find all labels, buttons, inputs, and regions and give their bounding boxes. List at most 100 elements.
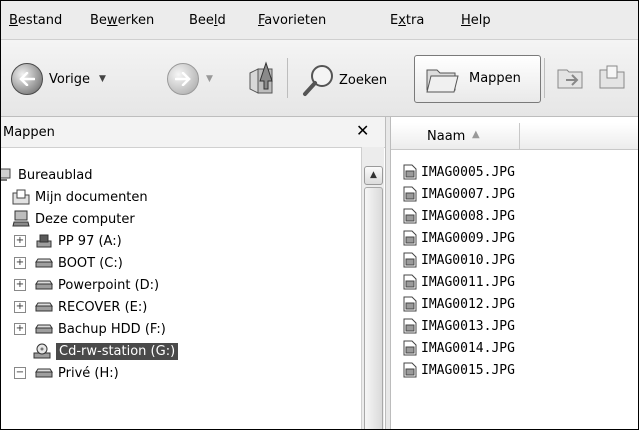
- scrollbar-thumb[interactable]: [364, 187, 383, 429]
- folders-pane-header: Mappen ✕: [1, 117, 385, 148]
- up-folder-icon: [249, 61, 273, 94]
- image-file-icon: [403, 340, 417, 356]
- tree-item-my-computer[interactable]: Deze computer: [1, 208, 135, 230]
- explorer-window: Bestand Bewerken Beeld Favorieten Extra …: [0, 0, 639, 430]
- tree-item-drive-d[interactable]: + Powerpoint (D:): [14, 274, 159, 296]
- close-icon[interactable]: ✕: [356, 121, 369, 140]
- image-file-icon: [403, 318, 417, 334]
- search-label: Zoeken: [339, 72, 388, 88]
- file-list-item[interactable]: IMAG0008.JPG: [403, 205, 515, 227]
- copy-to-button[interactable]: [598, 62, 628, 92]
- folders-pane: Mappen ✕ Bureaublad Mijn documenten Deze…: [1, 117, 385, 429]
- computer-icon: [12, 210, 30, 227]
- column-header-bar: Naam ▲: [391, 123, 638, 150]
- hard-drive-icon: [35, 365, 53, 381]
- forward-button[interactable]: ▼: [167, 63, 213, 95]
- desktop-icon: [1, 167, 13, 183]
- back-button[interactable]: Vorige ▼: [11, 63, 106, 95]
- expand-icon[interactable]: +: [14, 323, 26, 335]
- file-list-item[interactable]: IMAG0010.JPG: [403, 249, 515, 271]
- file-list-item[interactable]: IMAG0015.JPG: [403, 359, 515, 381]
- tree-item-label: Deze computer: [35, 211, 135, 227]
- folders-label: Mappen: [469, 71, 521, 86]
- hard-drive-icon: [35, 255, 53, 271]
- toolbar-separator: [287, 58, 288, 98]
- tree-item-label: PP 97 (A:): [58, 233, 122, 249]
- file-list-item[interactable]: IMAG0012.JPG: [403, 293, 515, 315]
- menu-bestand[interactable]: Bestand: [9, 13, 62, 28]
- expand-icon[interactable]: +: [14, 235, 26, 247]
- image-file-icon: [403, 208, 417, 224]
- file-list-item[interactable]: IMAG0009.JPG: [403, 227, 515, 249]
- file-name: IMAG0015.JPG: [421, 362, 515, 378]
- toolbar: Vorige ▼ ▼ Zoeken Mappen: [1, 40, 638, 117]
- collapse-icon[interactable]: −: [14, 367, 26, 379]
- hard-drive-icon: [35, 299, 53, 315]
- folders-icon: [425, 64, 459, 98]
- search-icon: [303, 65, 333, 96]
- folders-pane-title: Mappen: [3, 125, 55, 140]
- file-name: IMAG0008.JPG: [421, 208, 515, 224]
- menu-bewerken[interactable]: Bewerken: [90, 13, 154, 28]
- file-list-item[interactable]: IMAG0005.JPG: [403, 161, 515, 183]
- copy-to-folder-icon: [599, 65, 625, 89]
- file-list-item[interactable]: IMAG0011.JPG: [403, 271, 515, 293]
- tree-item-label: Powerpoint (D:): [58, 277, 160, 293]
- up-folder-button[interactable]: [246, 59, 276, 95]
- tree-item-drive-h[interactable]: − Privé (H:): [14, 362, 119, 384]
- menu-help[interactable]: Help: [461, 13, 491, 28]
- file-name: IMAG0014.JPG: [421, 340, 515, 356]
- move-to-button[interactable]: [556, 62, 586, 92]
- file-name: IMAG0005.JPG: [421, 164, 515, 180]
- file-list-item[interactable]: IMAG0013.JPG: [403, 315, 515, 337]
- file-list-pane: Naam ▲ IMAG0005.JPG IMAG0007.JPG IMAG0008.…: [391, 117, 638, 429]
- image-file-icon: [403, 252, 417, 268]
- tree-item-label: Bureaublad: [18, 167, 93, 183]
- expand-icon[interactable]: +: [14, 301, 26, 313]
- menu-extra[interactable]: Extra: [390, 13, 424, 28]
- tree-item-label-selected: Cd-rw-station (G:): [56, 342, 179, 360]
- search-button[interactable]: Zoeken: [302, 63, 387, 97]
- menu-favorieten[interactable]: Favorieten: [258, 13, 326, 28]
- file-name: IMAG0010.JPG: [421, 252, 515, 268]
- cd-drive-icon: [33, 343, 51, 359]
- documents-icon: [12, 189, 30, 205]
- expand-icon[interactable]: +: [14, 279, 26, 291]
- tree-item-drive-g[interactable]: Cd-rw-station (G:): [33, 340, 179, 362]
- back-arrow-icon: [11, 63, 43, 95]
- folders-scrollbar[interactable]: ▲: [361, 147, 384, 429]
- image-file-icon: [403, 274, 417, 290]
- menu-beeld[interactable]: Beeld: [189, 13, 226, 28]
- tree-item-desktop[interactable]: Bureaublad: [1, 164, 93, 186]
- file-name: IMAG0007.JPG: [421, 186, 515, 202]
- tree-item-label: RECOVER (E:): [58, 299, 148, 315]
- image-file-icon: [403, 186, 417, 202]
- file-name: IMAG0011.JPG: [421, 274, 515, 290]
- back-label: Vorige: [49, 71, 91, 87]
- column-header-name[interactable]: Naam ▲: [397, 123, 520, 149]
- scroll-up-icon[interactable]: ▲: [364, 166, 383, 185]
- file-name: IMAG0009.JPG: [421, 230, 515, 246]
- expand-icon[interactable]: +: [14, 257, 26, 269]
- image-file-icon: [403, 164, 417, 180]
- tree-item-label: Bachup HDD (F:): [58, 321, 166, 337]
- sort-ascending-icon: ▲: [472, 129, 480, 140]
- forward-dropdown-icon[interactable]: ▼: [206, 74, 213, 84]
- file-name: IMAG0013.JPG: [421, 318, 515, 334]
- tree-item-drive-a[interactable]: + PP 97 (A:): [14, 230, 122, 252]
- back-dropdown-icon[interactable]: ▼: [99, 74, 106, 84]
- toolbar-separator: [544, 58, 545, 98]
- tree-item-my-documents[interactable]: Mijn documenten: [1, 186, 148, 208]
- tree-item-drive-c[interactable]: + BOOT (C:): [14, 252, 123, 274]
- tree-item-drive-f[interactable]: + Bachup HDD (F:): [14, 318, 166, 340]
- file-list-item[interactable]: IMAG0007.JPG: [403, 183, 515, 205]
- tree-item-label: Mijn documenten: [35, 189, 148, 205]
- folders-button[interactable]: Mappen: [414, 55, 541, 103]
- tree-item-drive-e[interactable]: + RECOVER (E:): [14, 296, 147, 318]
- tree-item-label: Privé (H:): [58, 365, 119, 381]
- floppy-drive-icon: [35, 233, 53, 249]
- image-file-icon: [403, 230, 417, 246]
- file-name: IMAG0012.JPG: [421, 296, 515, 312]
- file-list-item[interactable]: IMAG0014.JPG: [403, 337, 515, 359]
- tree-item-label: BOOT (C:): [58, 255, 123, 271]
